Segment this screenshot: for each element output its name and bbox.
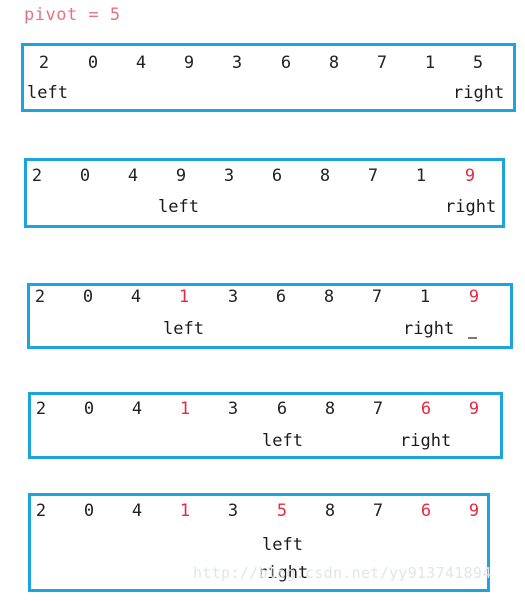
array-cell: 1 bbox=[419, 287, 431, 307]
array-cell-highlighted: 9 bbox=[468, 399, 480, 419]
array-cell: 2 bbox=[38, 53, 50, 73]
array-cell: 2 bbox=[35, 399, 47, 419]
diagram-canvas: pivot = 5 2 0 4 9 3 6 8 7 1 5 left right… bbox=[0, 0, 525, 601]
array-cell: 4 bbox=[127, 166, 139, 186]
array-cell: 8 bbox=[324, 501, 336, 521]
step-box-2 bbox=[24, 158, 505, 228]
array-cell-highlighted: 1 bbox=[179, 399, 191, 419]
array-cell: 4 bbox=[135, 53, 147, 73]
array-cell: 1 bbox=[415, 166, 427, 186]
array-cell: 6 bbox=[280, 53, 292, 73]
array-cell: 0 bbox=[82, 287, 94, 307]
array-cell: 0 bbox=[87, 53, 99, 73]
array-cell-highlighted: 9 bbox=[468, 501, 480, 521]
array-cell-highlighted: 6 bbox=[420, 501, 432, 521]
array-cell: 4 bbox=[131, 399, 143, 419]
array-cell: 2 bbox=[31, 166, 43, 186]
array-cell-highlighted: 1 bbox=[179, 501, 191, 521]
array-cell: 7 bbox=[371, 287, 383, 307]
array-cell: 3 bbox=[231, 53, 243, 73]
array-cell: 3 bbox=[227, 399, 239, 419]
array-cell: 7 bbox=[367, 166, 379, 186]
left-pointer-label: left bbox=[163, 319, 204, 339]
array-cell: 3 bbox=[227, 287, 239, 307]
array-cell: 5 bbox=[472, 53, 484, 73]
array-cell: 6 bbox=[276, 399, 288, 419]
array-cell: 6 bbox=[275, 287, 287, 307]
right-pointer-label: right bbox=[453, 83, 505, 103]
array-cell-highlighted: 9 bbox=[468, 287, 480, 307]
array-cell: 7 bbox=[376, 53, 388, 73]
array-cell: 9 bbox=[175, 166, 187, 186]
pointer-tick-mark bbox=[468, 337, 477, 339]
array-cell: 8 bbox=[319, 166, 331, 186]
array-cell: 4 bbox=[130, 287, 142, 307]
array-cell-highlighted: 9 bbox=[464, 166, 476, 186]
left-pointer-label: left bbox=[158, 197, 199, 217]
array-cell: 8 bbox=[324, 399, 336, 419]
array-cell: 7 bbox=[372, 501, 384, 521]
array-cell: 6 bbox=[271, 166, 283, 186]
array-cell: 8 bbox=[328, 53, 340, 73]
array-cell-highlighted: 5 bbox=[276, 501, 288, 521]
page-title: pivot = 5 bbox=[24, 5, 121, 25]
array-cell: 3 bbox=[227, 501, 239, 521]
array-cell: 0 bbox=[83, 399, 95, 419]
array-cell: 8 bbox=[323, 287, 335, 307]
array-cell: 9 bbox=[183, 53, 195, 73]
array-cell-highlighted: 1 bbox=[178, 287, 190, 307]
left-pointer-label: left bbox=[262, 535, 303, 555]
array-cell: 2 bbox=[35, 501, 47, 521]
array-cell: 0 bbox=[79, 166, 91, 186]
right-pointer-label: right bbox=[403, 319, 455, 339]
right-pointer-label: right bbox=[400, 431, 452, 451]
array-cell: 7 bbox=[372, 399, 384, 419]
array-cell: 0 bbox=[83, 501, 95, 521]
array-cell: 2 bbox=[34, 287, 46, 307]
array-cell: 1 bbox=[424, 53, 436, 73]
array-cell-highlighted: 6 bbox=[420, 399, 432, 419]
watermark-text: http://blog.csdn.net/yy913741894 bbox=[193, 564, 492, 582]
left-pointer-label: left bbox=[262, 431, 303, 451]
array-cell: 4 bbox=[131, 501, 143, 521]
left-pointer-label: left bbox=[27, 83, 68, 103]
array-cell: 3 bbox=[223, 166, 235, 186]
right-pointer-label: right bbox=[445, 197, 497, 217]
